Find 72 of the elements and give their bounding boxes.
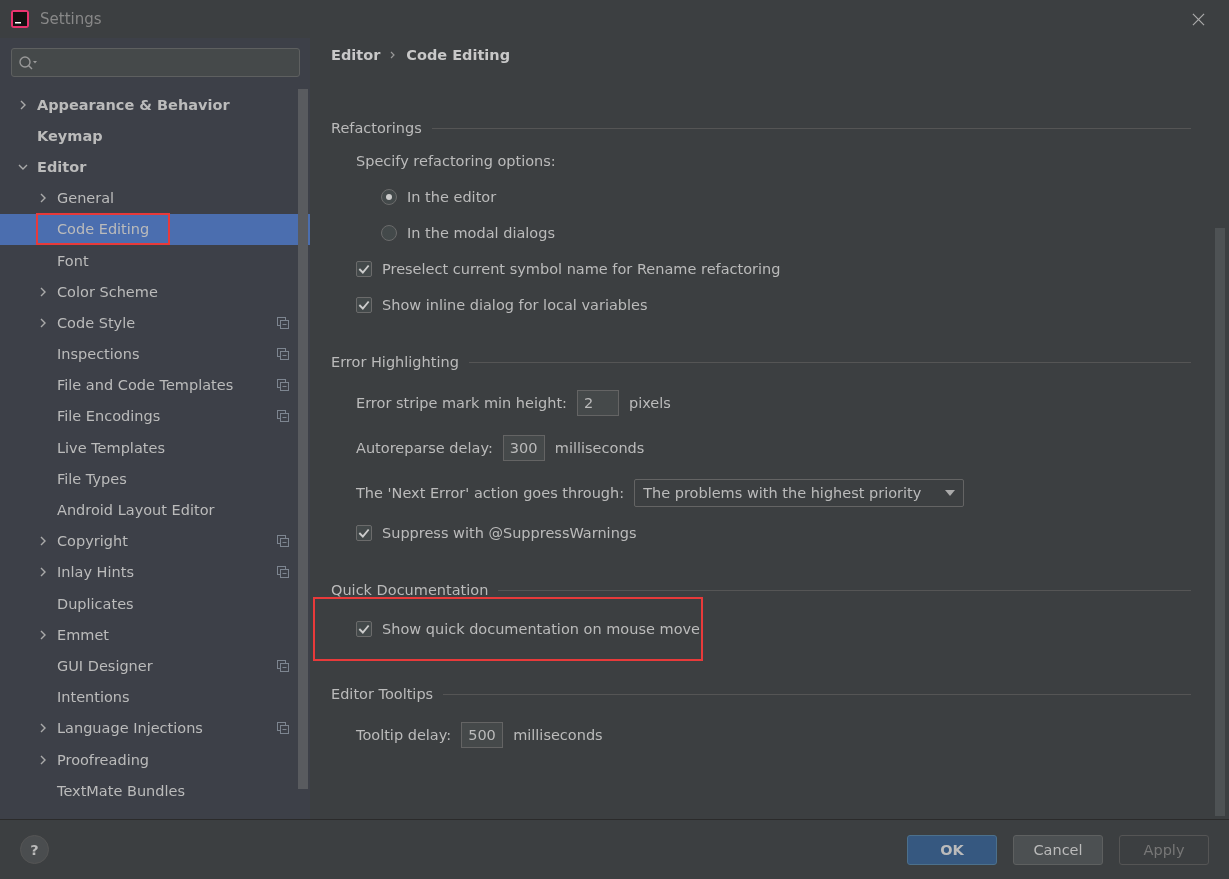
tree-item[interactable]: Editor [0, 151, 310, 183]
tree-item[interactable]: Intentions [0, 681, 310, 713]
tree-item[interactable]: Inspections [0, 338, 310, 370]
radio-label[interactable]: In the modal dialogs [407, 225, 555, 241]
breadcrumb-item[interactable]: Code Editing [406, 47, 511, 63]
tree-item[interactable]: Android Layout Editor [0, 494, 310, 526]
option-label: Specify refactoring options: [356, 153, 556, 169]
tree-item[interactable]: TextMate Bundles [0, 775, 310, 807]
tree-item[interactable]: Language Injections [0, 712, 310, 744]
checkbox[interactable] [356, 261, 372, 277]
chevron-icon[interactable] [38, 629, 48, 640]
tree-item[interactable]: Font [0, 244, 310, 277]
tree-item[interactable]: Copyright [0, 525, 310, 557]
radio-button[interactable] [381, 225, 397, 241]
tree-item[interactable]: Live Templates [0, 432, 310, 464]
chevron-icon[interactable] [38, 317, 48, 328]
checkbox-label[interactable]: Show inline dialog for local variables [382, 297, 648, 313]
dialog-button[interactable]: Cancel [1013, 834, 1103, 865]
field-label: The 'Next Error' action goes through: [356, 484, 625, 501]
unit-label: pixels [628, 394, 671, 411]
checkbox[interactable] [356, 525, 372, 541]
window-title: Settings [40, 10, 103, 28]
chevron-icon[interactable] [38, 754, 48, 765]
field-label: Autoreparse delay: [356, 439, 493, 456]
chevron-icon[interactable] [18, 99, 28, 110]
unit-label: milliseconds [513, 726, 603, 743]
chevron-icon[interactable] [38, 567, 48, 578]
tree-item[interactable]: Color Scheme [0, 276, 310, 308]
tree-item[interactable]: GUI Designer [0, 650, 310, 682]
tree-item[interactable]: Inlay Hints [0, 556, 310, 588]
search-field[interactable] [11, 48, 300, 77]
section-title: Refactorings [331, 120, 422, 136]
tree-item[interactable]: Code Style [0, 307, 310, 339]
tree-item[interactable]: File and Code Templates [0, 369, 310, 401]
checkbox[interactable] [356, 297, 372, 313]
breadcrumb-item[interactable]: Editor [331, 47, 381, 63]
tree-item[interactable]: File Types [0, 463, 310, 495]
unit-label: milliseconds [554, 439, 645, 456]
field-label: Tooltip delay: [356, 726, 452, 743]
checkbox-label[interactable]: Preselect current symbol name for Rename refactoring [382, 261, 781, 277]
number-field[interactable]: 500 [461, 721, 504, 748]
field-label: Error stripe mark min height: [356, 394, 567, 411]
search-icon [18, 54, 38, 71]
tree-item[interactable]: Proofreading [0, 743, 310, 776]
radio-label[interactable]: In the editor [407, 189, 497, 205]
chevron-icon[interactable] [38, 193, 48, 204]
number-field[interactable]: 300 [502, 434, 545, 461]
tree-item[interactable]: Keymap [0, 120, 310, 152]
app-logo-icon [10, 9, 30, 29]
section-title: Editor Tooltips [331, 686, 434, 702]
section-title: Error Highlighting [331, 354, 459, 370]
radio-button[interactable] [381, 189, 397, 205]
tree-item[interactable]: Duplicates [0, 588, 310, 620]
checkbox-label[interactable]: Suppress with @SuppressWarnings [382, 525, 637, 541]
dialog-button[interactable]: OK [907, 834, 997, 865]
tree-item[interactable]: General [0, 182, 310, 214]
section-title: Quick Documentation [331, 582, 489, 598]
chevron-icon [390, 50, 397, 60]
tree-item[interactable]: Emmet [0, 619, 310, 651]
dropdown-arrow-icon [945, 489, 956, 496]
tree-item[interactable]: Appearance & Behavior [0, 89, 310, 121]
tree-item[interactable]: File Encodings [0, 400, 310, 433]
checkbox[interactable] [356, 621, 372, 637]
scrollbar[interactable] [298, 89, 308, 789]
close-icon[interactable] [1192, 12, 1205, 26]
chevron-icon[interactable] [38, 286, 48, 297]
help-button[interactable]: ? [20, 835, 49, 864]
checkbox-label[interactable]: Show quick documentation on mouse move [382, 621, 700, 637]
chevron-icon[interactable] [38, 536, 48, 547]
dropdown[interactable]: The problems with the highest priority [634, 478, 965, 507]
chevron-icon[interactable] [38, 723, 48, 734]
number-field[interactable]: 2 [576, 389, 619, 416]
